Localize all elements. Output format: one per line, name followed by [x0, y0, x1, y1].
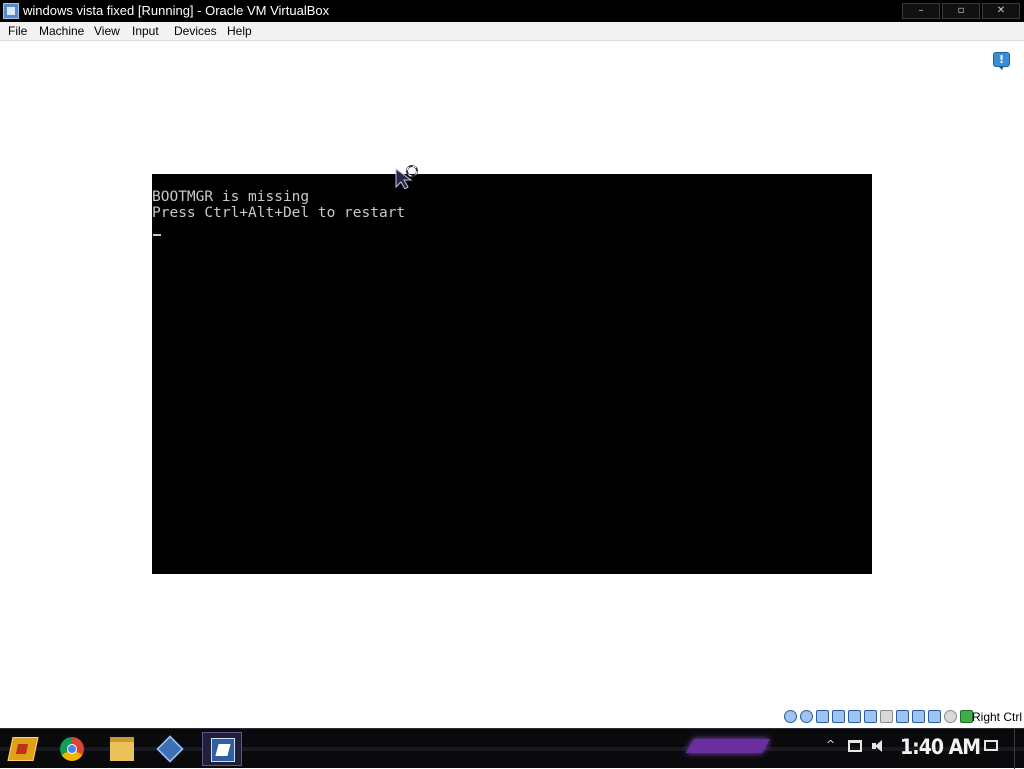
guest-screen[interactable]: BOOTMGR is missing Press Ctrl+Alt+Del to… — [152, 174, 872, 574]
device-indicators — [784, 710, 973, 723]
network-status-icon[interactable] — [848, 740, 862, 752]
floppy-icon[interactable] — [816, 710, 829, 723]
busy-pointer-icon — [395, 165, 418, 189]
start-orb-icon — [7, 737, 39, 761]
close-button[interactable]: ✕ — [982, 3, 1020, 19]
virtualbox-icon — [156, 735, 184, 763]
host-key-label[interactable]: Right Ctrl — [972, 710, 1022, 724]
vm-display-area[interactable]: ! BOOTMGR is missing Press Ctrl+Alt+Del … — [0, 41, 1024, 706]
windows-vista-vm-icon — [211, 738, 235, 762]
network-icon[interactable] — [848, 710, 861, 723]
menu-view[interactable]: View — [94, 24, 120, 39]
menu-devices[interactable]: Devices — [174, 24, 217, 39]
show-desktop-button[interactable] — [1014, 729, 1024, 769]
host-taskbar: ^ 1:40 AM — [0, 728, 1024, 769]
chrome-icon — [60, 737, 84, 761]
info-notification-icon[interactable]: ! — [993, 52, 1010, 70]
menu-file[interactable]: File — [8, 24, 27, 39]
vm-status-bar: Right Ctrl — [0, 706, 1024, 728]
show-hidden-icons-icon[interactable]: ^ — [826, 739, 835, 751]
display-icon[interactable] — [896, 710, 909, 723]
virtualization-icon[interactable] — [928, 710, 941, 723]
taskbar-vista-vm[interactable] — [202, 732, 242, 766]
taskbar-chrome[interactable] — [52, 732, 92, 766]
action-center-icon[interactable] — [984, 740, 998, 751]
audio-icon[interactable] — [832, 710, 845, 723]
virtualbox-app-icon[interactable] — [3, 3, 19, 19]
menu-help[interactable]: Help — [227, 24, 252, 39]
video-capture-icon[interactable] — [912, 710, 925, 723]
hard-disk-icon[interactable] — [784, 710, 797, 723]
console-text: BOOTMGR is missing Press Ctrl+Alt+Del to… — [152, 189, 405, 221]
shared-folders-icon[interactable] — [880, 710, 893, 723]
mouse-integration-icon[interactable] — [944, 710, 957, 723]
volume-icon[interactable] — [872, 740, 886, 752]
menu-input[interactable]: Input — [132, 24, 159, 39]
title-bar: windows vista fixed [Running] - Oracle V… — [0, 0, 1024, 22]
file-explorer-icon — [110, 737, 134, 761]
console-line-1: BOOTMGR is missing — [152, 189, 310, 205]
menu-bar: File Machine View Input Devices Help — [0, 22, 1024, 41]
menu-machine[interactable]: Machine — [39, 24, 84, 39]
taskbar-file-explorer[interactable] — [102, 732, 142, 766]
system-clock[interactable]: 1:40 AM — [900, 735, 981, 759]
window-controls: – ▫ ✕ — [902, 3, 1020, 19]
usb-icon[interactable] — [864, 710, 877, 723]
text-cursor — [153, 234, 161, 236]
window-title: windows vista fixed [Running] - Oracle V… — [23, 3, 330, 18]
optical-drive-icon[interactable] — [800, 710, 813, 723]
console-line-2: Press Ctrl+Alt+Del to restart — [152, 205, 406, 221]
minimize-button[interactable]: – — [902, 3, 940, 19]
taskbar-accent-stripe — [685, 739, 771, 753]
taskbar-virtualbox[interactable] — [150, 732, 190, 766]
start-button[interactable] — [6, 733, 40, 765]
maximize-button[interactable]: ▫ — [942, 3, 980, 19]
